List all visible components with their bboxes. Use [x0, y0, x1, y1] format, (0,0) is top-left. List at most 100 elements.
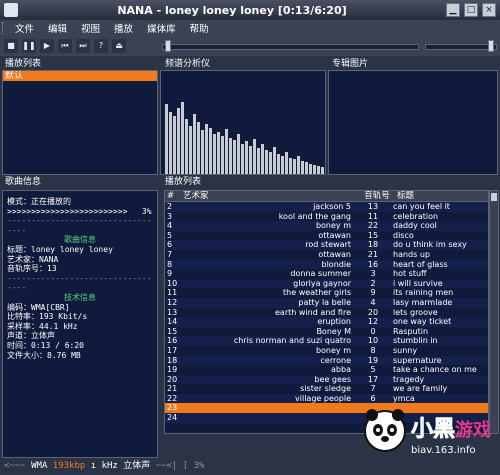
table-row[interactable]: 8 blondie 16 heart of glass [165, 259, 488, 270]
play-icon[interactable]: ▶ [40, 39, 54, 53]
row-index: 8 [167, 259, 173, 269]
row-title: its raining men [393, 288, 454, 298]
track-label: 音轨序号： [7, 264, 47, 274]
spectrum-bar [237, 134, 240, 174]
time-value: 0:13 / 6:20 [31, 340, 84, 350]
row-index: 7 [167, 249, 173, 259]
playlist-scrollbar[interactable] [489, 190, 499, 434]
row-index: 3 [167, 211, 173, 221]
title-bar[interactable]: NANA - loney loney loney [0:13/6:20] ▁ □… [0, 0, 500, 20]
row-track: 13 [367, 202, 379, 211]
open-icon[interactable]: ⏏ [112, 39, 126, 53]
menu-view[interactable]: 视图 [81, 21, 100, 35]
watermark-logo: 小黑 游戏 biav.163.info [363, 403, 498, 458]
track-value: 13 [47, 264, 57, 274]
next-icon[interactable]: ⏭ [76, 39, 90, 53]
row-title: tragedy [393, 374, 425, 384]
menu-edit[interactable]: 编辑 [48, 21, 67, 35]
pause-icon[interactable]: ❚❚ [22, 39, 36, 53]
table-row[interactable]: 5 ottawan 15 disco [165, 231, 488, 241]
menu-library[interactable]: 媒体库 [147, 21, 176, 35]
codec-line: 编码：WMA[CBR] [7, 303, 153, 313]
spectrum-bar [245, 141, 248, 174]
mode-label: 模式： [7, 197, 31, 206]
table-row[interactable]: 3 kool and the gang 11 celebration [165, 212, 488, 222]
table-row[interactable]: 21 sister sledge 7 we are family [165, 384, 488, 394]
spectrum-bar [273, 147, 276, 174]
spectrum-bar [289, 158, 292, 174]
spectrum-bar [301, 161, 304, 174]
table-row[interactable]: 17 boney m 8 sunny [165, 346, 488, 356]
playlist-default[interactable]: 默认 [3, 71, 157, 81]
row-title: hands up [393, 249, 430, 259]
row-title: lets groove [393, 307, 438, 317]
scroll-thumb[interactable] [491, 193, 497, 201]
table-header: # 艺术家 音轨号 标题 [165, 191, 488, 202]
menu-bar: 文件 编辑 视图 播放 媒体库 帮助 [0, 20, 500, 36]
status-bar: <~~~ WMA 193kbp ı kHz 立体声 ~~<| [ 3% [0, 458, 500, 475]
stop-icon[interactable]: ■ [4, 39, 18, 53]
panda-logo-icon: 小黑 游戏 biav.163.info [364, 409, 491, 456]
spectrum-bar [233, 140, 236, 174]
song-info-panel: 模式：正在播放的 >>>>>>>>>>>>>>>>>>>>>>>>> 3% --… [2, 190, 158, 458]
table-row[interactable]: 11 the weather girls 9 its raining men [165, 288, 488, 298]
table-row[interactable]: 13 earth wind and fire 20 lets groove [165, 308, 488, 318]
menu-file[interactable]: 文件 [15, 21, 34, 35]
random-icon[interactable]: ? [94, 39, 108, 53]
table-row[interactable]: 7 ottawan 21 hands up [165, 250, 488, 260]
table-row[interactable]: 14 eruption 12 one way ticket [165, 317, 488, 327]
minimize-button[interactable]: ▁ [446, 3, 460, 17]
mode-line: 模式：正在播放的 [7, 197, 153, 207]
row-artist: the weather girls [283, 288, 351, 298]
table-row[interactable]: 19 abba 5 take a chance on me [165, 365, 488, 375]
prev-icon[interactable]: ⏮ [58, 39, 72, 53]
table-row[interactable]: 15 Boney M 0 Rasputin [165, 327, 488, 337]
svg-text:biav.163.info: biav.163.info [411, 445, 476, 456]
row-track: 20 [367, 307, 379, 317]
artist-line: 艺术家：NANA [7, 255, 153, 265]
row-index: 18 [167, 355, 178, 365]
seek-slider[interactable] [162, 40, 419, 52]
table-row[interactable]: 4 boney m 22 daddy cool [165, 221, 488, 231]
row-title: lasy marmlade [393, 297, 453, 307]
songinfo-header: 歌曲信息 [5, 177, 42, 187]
col-index[interactable]: # [165, 191, 179, 201]
row-index: 19 [167, 365, 178, 375]
spectrum-bar [305, 162, 308, 174]
status-progress: ~~<| [ 3% [155, 461, 205, 471]
row-track: 2 [370, 278, 376, 288]
samplerate-value: 44.1 kHz [39, 321, 78, 331]
seek-thumb[interactable] [165, 40, 171, 52]
table-row[interactable]: 6 rod stewart 18 do u think im sexy [165, 240, 488, 250]
channel-value: 立体声 [31, 331, 55, 341]
row-index: 21 [167, 384, 178, 394]
close-button[interactable]: × [482, 3, 496, 17]
row-artist: village people [295, 393, 351, 403]
maximize-button[interactable]: □ [464, 3, 478, 17]
col-title[interactable]: 标题 [393, 191, 488, 201]
table-row[interactable]: 2 jackson 5 13 can you feel it [165, 202, 488, 212]
row-index: 17 [167, 345, 178, 355]
table-row[interactable]: 16 chris norman and suzi quatro 10 stumblin… [165, 336, 488, 346]
app-icon[interactable] [4, 3, 18, 17]
table-row[interactable]: 18 cerrone 19 supernature [165, 355, 488, 366]
col-artist[interactable]: 艺术家 [179, 191, 361, 201]
menu-play[interactable]: 播放 [114, 21, 133, 35]
row-track: 5 [370, 365, 376, 375]
volume-slider[interactable] [425, 40, 497, 52]
mode-value: 正在播放的 [31, 197, 71, 206]
spectrum-bar [297, 156, 300, 174]
spectrum-bar [209, 128, 212, 174]
table-row[interactable]: 20 bee gees 17 tragedy [165, 374, 488, 385]
volume-thumb[interactable] [488, 40, 494, 52]
table-row[interactable]: 9 donna summer 3 hot stuff [165, 269, 488, 279]
row-title: sunny [393, 345, 418, 355]
table-row[interactable]: 10 gloriya gaynor 2 i will survive [165, 278, 488, 289]
playlists-panel: 默认 [2, 70, 158, 175]
menu-help[interactable]: 帮助 [190, 21, 209, 35]
status-bitrate: 193kbp [52, 461, 86, 471]
spectrum-bar [293, 159, 296, 174]
spectrum-panel [160, 70, 326, 175]
col-track[interactable]: 音轨号 [361, 191, 393, 201]
table-row[interactable]: 12 patty la belle 4 lasy marmlade [165, 297, 488, 308]
